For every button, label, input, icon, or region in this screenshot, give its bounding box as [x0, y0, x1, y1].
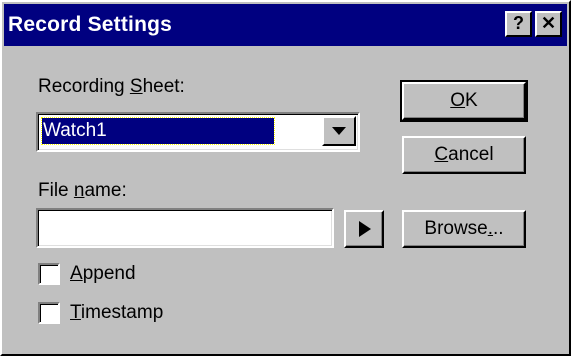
- help-button[interactable]: ?: [505, 11, 532, 37]
- recording-sheet-selected: Watch1: [41, 117, 275, 145]
- ok-button[interactable]: OK: [400, 80, 528, 122]
- file-name-menu-button[interactable]: [344, 210, 384, 248]
- title-bar[interactable]: Record Settings ? ✕: [4, 4, 567, 46]
- recording-sheet-dropdown[interactable]: Watch1: [36, 112, 360, 152]
- browse-button[interactable]: Browse...: [402, 210, 526, 248]
- help-icon: ?: [513, 13, 524, 33]
- file-name-label: File name:: [38, 180, 127, 201]
- chevron-down-icon: [332, 127, 346, 135]
- timestamp-label[interactable]: Timestamp: [70, 302, 163, 324]
- close-button[interactable]: ✕: [535, 11, 562, 37]
- recording-sheet-label: Recording Sheet:: [38, 76, 185, 97]
- dropdown-arrow-button[interactable]: [322, 116, 356, 146]
- play-arrow-icon: [359, 221, 371, 237]
- timestamp-checkbox[interactable]: [38, 302, 60, 324]
- dialog-title: Record Settings: [8, 13, 173, 36]
- file-name-input[interactable]: [36, 208, 334, 248]
- cancel-button[interactable]: Cancel: [402, 136, 526, 174]
- append-label[interactable]: Append: [70, 263, 136, 285]
- close-icon: ✕: [540, 13, 557, 33]
- append-checkbox[interactable]: [38, 263, 60, 285]
